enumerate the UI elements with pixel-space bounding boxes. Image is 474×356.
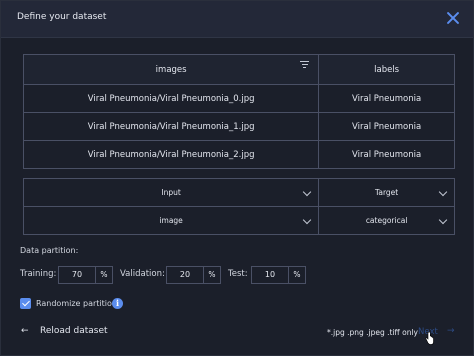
column-header-label: images [155, 64, 187, 75]
table-cell-label: Viral Pneumonia [318, 112, 455, 141]
validation-input[interactable]: 20 % [166, 266, 221, 284]
chevron-down-icon [438, 187, 448, 197]
supported-formats-note: *.jpg .png .jpeg .tiff only [327, 328, 418, 337]
table-cell-label: Viral Pneumonia [318, 140, 455, 169]
randomize-label: Randomize partition [36, 299, 117, 308]
role-row: Input Target [22, 178, 455, 207]
chevron-down-icon [303, 187, 312, 197]
chevron-down-icon [303, 215, 312, 225]
data-partition-label: Data partition: [20, 246, 79, 255]
validation-label: Validation: [120, 269, 165, 279]
table-row: Viral Pneumonia/Viral Pneumonia_1.jpg Vi… [22, 112, 455, 141]
role-select-value: Input [161, 188, 181, 197]
training-label: Training: [20, 269, 57, 279]
role-select-images[interactable]: Input [22, 178, 320, 207]
percent-unit: % [288, 267, 305, 283]
percent-unit: % [203, 267, 220, 283]
table-cell-image: Viral Pneumonia/Viral Pneumonia_0.jpg [22, 84, 320, 113]
type-row: image categorical [22, 206, 455, 235]
arrow-left-icon: ← [21, 326, 29, 336]
percent-unit: % [95, 267, 112, 283]
arrow-right-icon[interactable]: → [447, 326, 455, 336]
randomize-checkbox[interactable] [20, 298, 31, 309]
table-row: Viral Pneumonia/Viral Pneumonia_2.jpg Vi… [22, 140, 455, 169]
role-select-labels[interactable]: Target [318, 178, 455, 207]
sort-icon[interactable] [300, 60, 310, 69]
table-cell-image: Viral Pneumonia/Viral Pneumonia_1.jpg [22, 112, 320, 141]
chevron-down-icon [438, 215, 448, 225]
type-select-value: image [159, 216, 183, 225]
role-select-value: Target [375, 188, 399, 197]
type-select-labels[interactable]: categorical [318, 206, 455, 235]
type-select-value: categorical [365, 216, 408, 225]
reload-dataset-button[interactable]: ← Reload dataset [21, 326, 108, 336]
column-header-images[interactable]: images [22, 54, 320, 85]
dialog-header: Define your dataset [1, 1, 473, 38]
column-mapping-table: Input Target image categorical [22, 178, 455, 235]
validation-value[interactable]: 20 [167, 267, 203, 283]
test-input[interactable]: 10 % [251, 266, 306, 284]
info-icon[interactable]: i [112, 298, 123, 309]
table-cell-label: Viral Pneumonia [318, 84, 455, 113]
reload-dataset-label: Reload dataset [40, 326, 108, 336]
type-select-images[interactable]: image [22, 206, 320, 235]
hand-cursor-icon [425, 332, 434, 345]
table-cell-image: Viral Pneumonia/Viral Pneumonia_2.jpg [22, 140, 320, 169]
table-header-row: images labels [22, 54, 455, 85]
define-dataset-dialog: Define your dataset images labels Viral … [0, 0, 474, 356]
training-value[interactable]: 70 [59, 267, 95, 283]
training-input[interactable]: 70 % [58, 266, 113, 284]
test-value[interactable]: 10 [252, 267, 288, 283]
column-header-labels[interactable]: labels [318, 54, 455, 85]
test-label: Test: [228, 269, 248, 279]
close-icon[interactable] [445, 10, 461, 26]
dialog-title: Define your dataset [17, 12, 107, 22]
table-row: Viral Pneumonia/Viral Pneumonia_0.jpg Vi… [22, 84, 455, 113]
dataset-preview-table: images labels Viral Pneumonia/Viral Pneu… [22, 54, 455, 169]
